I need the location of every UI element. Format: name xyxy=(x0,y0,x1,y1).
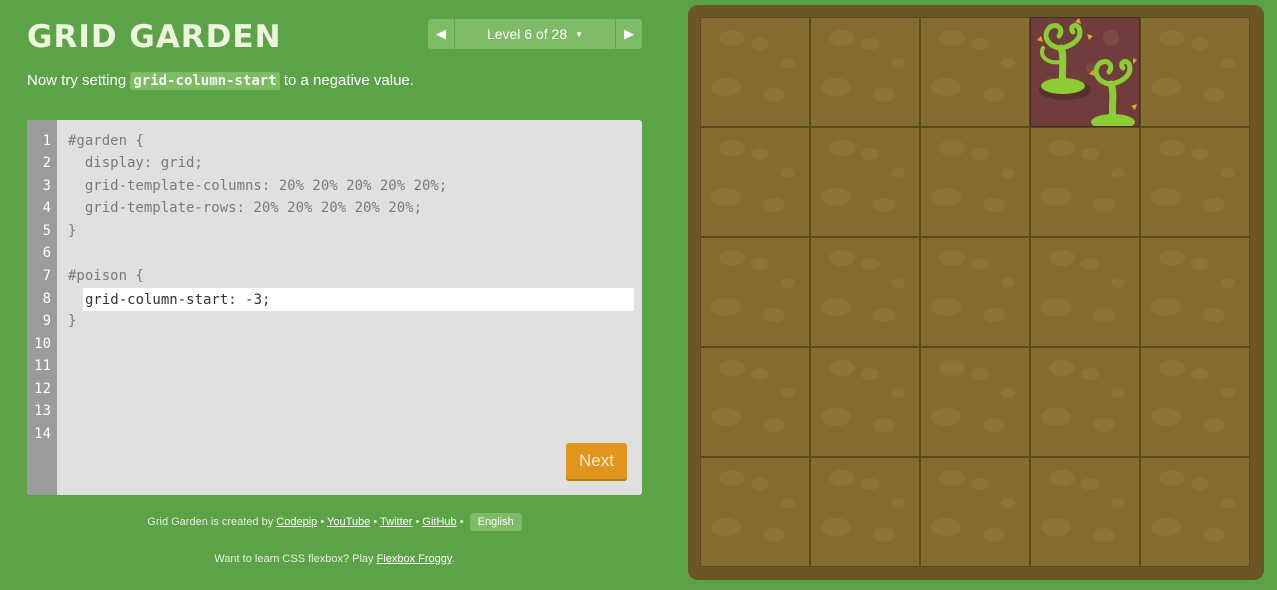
previous-level-button[interactable]: ◀ xyxy=(428,19,455,49)
soil-cell xyxy=(810,457,920,567)
garden-grid xyxy=(700,17,1250,567)
soil-cell xyxy=(810,17,920,127)
flexbox-footer: Want to learn CSS flexbox? Play Flexbox … xyxy=(27,553,642,565)
line-number: 6 xyxy=(42,245,51,261)
instructions-code: grid-column-start xyxy=(130,72,280,90)
soil-cell xyxy=(1030,347,1140,457)
line-number: 2 xyxy=(42,155,51,171)
line-number: 8 xyxy=(42,291,51,307)
soil-cell xyxy=(1030,457,1140,567)
level-indicator[interactable]: Level 6 of 28 ▼ xyxy=(455,19,615,49)
separator: • xyxy=(370,516,381,528)
poison-weed-cell xyxy=(1030,17,1140,130)
next-button[interactable]: Next xyxy=(566,443,627,479)
code-editor: 1 2 3 4 5 6 7 8 9 10 11 12 13 14 #garden… xyxy=(27,120,642,495)
separator: • xyxy=(456,516,467,528)
line-number: 4 xyxy=(42,200,51,216)
next-level-button[interactable]: ▶ xyxy=(615,19,642,49)
line-number: 5 xyxy=(42,223,51,239)
garden-board xyxy=(688,5,1264,580)
instructions-text-before: Now try setting xyxy=(27,72,131,89)
separator: • xyxy=(412,516,423,528)
line-number: 1 xyxy=(42,133,51,149)
flexbox-prefix: Want to learn CSS flexbox? Play xyxy=(214,553,377,565)
line-number: 9 xyxy=(42,313,51,329)
code-line: } xyxy=(68,223,77,239)
line-number: 7 xyxy=(42,268,51,284)
soil-cell xyxy=(810,237,920,347)
line-number: 12 xyxy=(34,381,51,397)
soil-cell xyxy=(920,237,1030,347)
triangle-left-icon: ◀ xyxy=(436,26,446,41)
soil-cell xyxy=(920,17,1030,127)
line-number: 10 xyxy=(34,336,51,352)
soil-cell xyxy=(700,347,810,457)
soil-cell xyxy=(1140,127,1250,237)
soil-cell xyxy=(1140,237,1250,347)
credits-prefix: Grid Garden is created by xyxy=(147,516,277,528)
soil-cell xyxy=(700,17,810,127)
code-line: } xyxy=(68,313,77,329)
soil-cell xyxy=(1140,457,1250,567)
caret-down-icon: ▼ xyxy=(575,29,584,39)
flexbox-suffix: . xyxy=(451,553,455,565)
soil-cell xyxy=(920,347,1030,457)
credits-footer: Grid Garden is created by Codepip • YouT… xyxy=(27,513,642,531)
soil-cell xyxy=(1030,237,1140,347)
code-line: display: grid; xyxy=(68,155,203,171)
level-navigation: ◀ Level 6 of 28 ▼ ▶ xyxy=(428,19,642,49)
code-line: #garden { xyxy=(68,133,144,149)
code-line: #poison { xyxy=(68,268,144,284)
twitter-link[interactable]: Twitter xyxy=(380,516,412,528)
soil-cell xyxy=(1140,17,1250,127)
soil-cell xyxy=(700,457,810,567)
instructions-text-after: to a negative value. xyxy=(279,72,414,89)
codepip-link[interactable]: Codepip xyxy=(276,516,317,528)
soil-cell xyxy=(810,127,920,237)
separator: • xyxy=(317,516,328,528)
app-title: GRID GARDEN xyxy=(27,19,282,55)
language-button[interactable]: English xyxy=(469,513,522,531)
soil-cell xyxy=(1030,127,1140,237)
soil-cell xyxy=(1140,347,1250,457)
line-number: 13 xyxy=(34,403,51,419)
triangle-right-icon: ▶ xyxy=(624,26,634,41)
soil-cell xyxy=(700,127,810,237)
line-number: 3 xyxy=(42,178,51,194)
youtube-link[interactable]: YouTube xyxy=(327,516,370,528)
instructions: Now try setting grid-column-start to a n… xyxy=(27,71,414,91)
level-label: Level 6 of 28 xyxy=(486,26,568,42)
code-line: grid-template-columns: 20% 20% 20% 20% 2… xyxy=(68,178,448,194)
line-number-gutter: 1 2 3 4 5 6 7 8 9 10 11 12 13 14 xyxy=(27,120,57,495)
css-code-input[interactable] xyxy=(83,288,634,311)
flexbox-froggy-link[interactable]: Flexbox Froggy xyxy=(377,553,452,565)
code-line: grid-template-rows: 20% 20% 20% 20% 20%; xyxy=(68,200,423,216)
line-number: 14 xyxy=(34,426,51,442)
github-link[interactable]: GitHub xyxy=(422,516,456,528)
soil-cell xyxy=(700,237,810,347)
soil-cell xyxy=(810,347,920,457)
weed-icon xyxy=(1037,18,1137,130)
line-number: 11 xyxy=(34,358,51,374)
soil-cell xyxy=(920,457,1030,567)
soil-cell xyxy=(920,127,1030,237)
